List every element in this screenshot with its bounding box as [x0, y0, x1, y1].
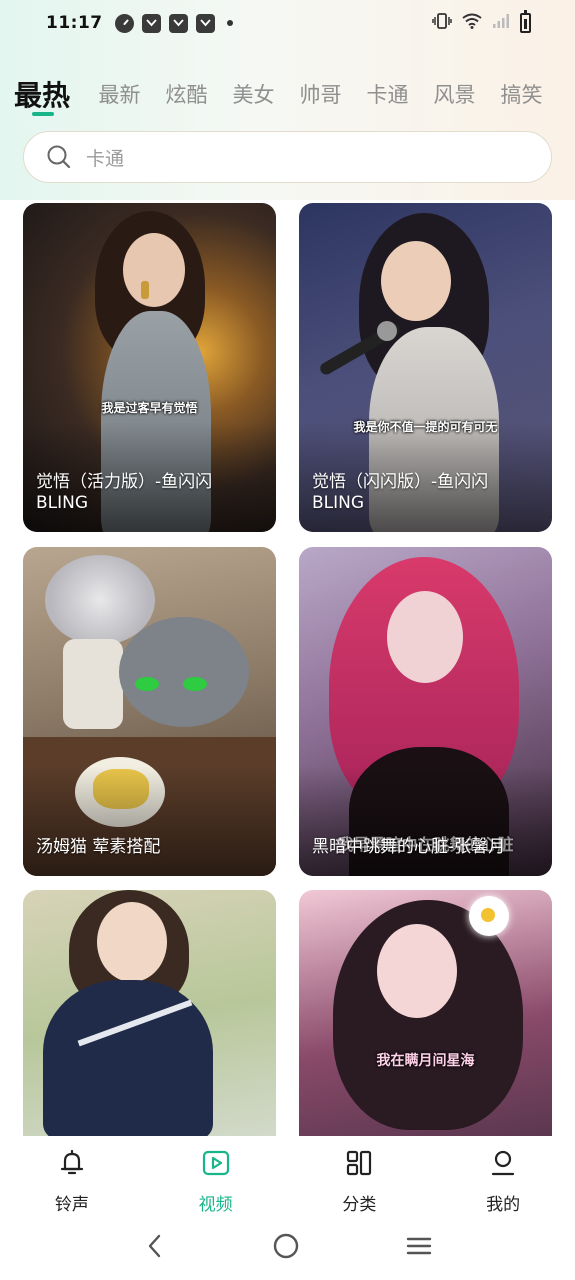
more-notifications-dot — [226, 20, 233, 26]
video-title: 汤姆猫 荤素搭配 — [36, 837, 161, 857]
vibrate-icon — [432, 12, 452, 34]
notification-icons — [114, 13, 233, 33]
nav-label: 分类 — [342, 1195, 377, 1215]
tab-label: 帅哥 — [299, 83, 342, 107]
search-placeholder: 卡通 — [86, 147, 125, 170]
tab-hottest[interactable]: 最热 — [14, 66, 86, 116]
video-title: 觉悟（闪闪版）-鱼闪闪BLING — [312, 472, 489, 513]
status-time: 11:17 — [46, 13, 103, 33]
speedometer-icon — [114, 13, 134, 33]
bell-icon — [57, 1148, 87, 1182]
play-icon — [201, 1148, 231, 1182]
battery-icon — [520, 10, 531, 33]
video-card[interactable] — [23, 890, 276, 1136]
status-right-icons — [432, 10, 531, 34]
tab-beauty[interactable]: 美女 — [220, 66, 287, 109]
menu-icon[interactable] — [405, 1232, 433, 1264]
tab-scenery[interactable]: 风景 — [421, 66, 488, 109]
home-icon[interactable] — [272, 1232, 300, 1264]
app-notification-icon — [141, 13, 161, 33]
search-input[interactable]: 卡通 — [23, 131, 552, 183]
video-title: 黑暗中跳舞的心脏-张馨月 — [312, 837, 506, 857]
video-subtitle: 我是你不值一提的可有可无 — [353, 420, 498, 434]
bottom-navigation: 铃声 视频 分类 我的 — [0, 1136, 575, 1216]
video-subtitle: 我在瞒月间星海 — [376, 1053, 475, 1069]
tab-label: 美女 — [232, 83, 275, 107]
back-icon[interactable] — [143, 1232, 167, 1264]
nav-categories[interactable]: 分类 — [288, 1136, 432, 1216]
nav-label: 我的 — [486, 1195, 521, 1215]
video-card[interactable]: 汤姆猫 荤素搭配 — [23, 547, 276, 876]
tab-handsome[interactable]: 帅哥 — [287, 66, 354, 109]
nav-videos[interactable]: 视频 — [144, 1136, 288, 1216]
user-icon — [488, 1148, 518, 1182]
video-card[interactable]: 我早黑暗中在跳舞的心脏 黑暗中跳舞的心脏-张馨月 — [299, 547, 552, 876]
video-title: 觉悟（活力版）-鱼闪闪BLING — [36, 472, 213, 513]
tab-label: 卡通 — [366, 83, 409, 107]
card-shade — [23, 766, 276, 876]
tab-label: 最热 — [14, 79, 71, 112]
tab-newest[interactable]: 最新 — [86, 66, 153, 109]
nav-profile[interactable]: 我的 — [431, 1136, 575, 1216]
tab-label: 最新 — [98, 83, 141, 107]
tab-label: 风景 — [433, 83, 476, 107]
grid-icon — [344, 1148, 374, 1182]
tab-cartoon[interactable]: 卡通 — [354, 66, 421, 109]
tab-funny[interactable]: 搞笑 — [488, 66, 555, 109]
video-subtitle: 我是过客早有觉悟 — [101, 401, 198, 415]
nav-label: 铃声 — [54, 1195, 89, 1215]
status-bar: 11:17 — [0, 0, 575, 46]
category-tabs: 最热 最新 炫酷 美女 帅哥 卡通 风景 搞笑 — [0, 66, 575, 122]
tab-label: 炫酷 — [165, 83, 208, 107]
video-card[interactable]: 我是过客早有觉悟 觉悟（活力版）-鱼闪闪BLING — [23, 203, 276, 532]
wifi-icon — [462, 13, 482, 33]
video-thumbnail — [23, 890, 276, 1136]
app-notification-icon — [195, 13, 215, 33]
tab-label: 搞笑 — [500, 83, 543, 107]
system-navigation-bar — [0, 1216, 575, 1280]
tab-cool[interactable]: 炫酷 — [153, 66, 220, 109]
video-card[interactable]: 我是你不值一提的可有可无 觉悟（闪闪版）-鱼闪闪BLING — [299, 203, 552, 532]
nav-ringtones[interactable]: 铃声 — [0, 1136, 144, 1216]
search-icon — [46, 144, 72, 170]
active-tab-indicator — [32, 112, 54, 116]
video-thumbnail — [299, 890, 552, 1136]
card-shade — [299, 766, 552, 876]
app-notification-icon — [168, 13, 188, 33]
video-card[interactable]: 我在瞒月间星海 — [299, 890, 552, 1136]
signal-icon — [492, 13, 510, 33]
video-grid: 我是过客早有觉悟 觉悟（活力版）-鱼闪闪BLING 我是你不值一提的可有可无 觉… — [23, 203, 552, 1136]
nav-label: 视频 — [198, 1195, 233, 1215]
